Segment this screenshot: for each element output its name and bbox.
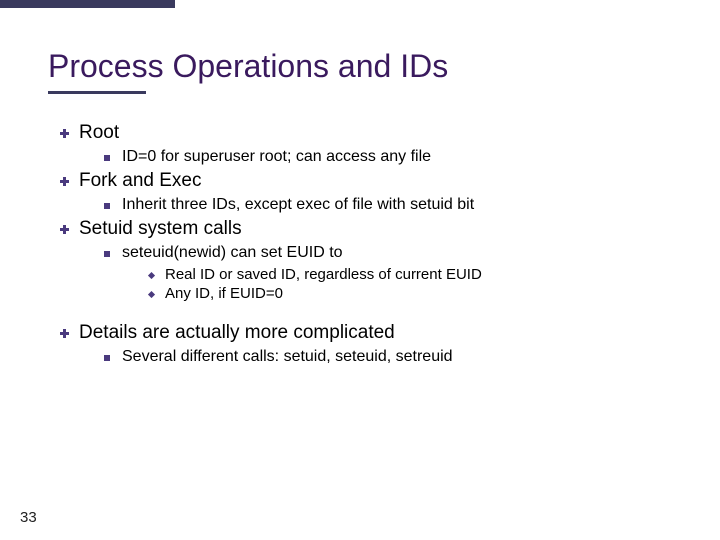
list-item-label: Setuid system calls <box>79 218 242 240</box>
list-subitem: seteuid(newid) can set EUID to <box>104 244 672 262</box>
list-item-label: Root <box>79 122 119 144</box>
list-subitem: Inherit three IDs, except exec of file w… <box>104 196 672 214</box>
list-subitem-label: Inherit three IDs, except exec of file w… <box>122 196 474 214</box>
diamond-bullet-icon <box>148 272 155 279</box>
list-subsubitem-label: Real ID or saved ID, regardless of curre… <box>165 266 482 283</box>
list-subitem-label: ID=0 for superuser root; can access any … <box>122 148 431 166</box>
plus-bullet-icon <box>60 177 69 186</box>
square-bullet-icon <box>104 155 110 161</box>
decorative-top-bar <box>0 0 175 8</box>
list-subitem-label: seteuid(newid) can set EUID to <box>122 244 343 262</box>
list-subitem-label: Several different calls: setuid, seteuid… <box>122 348 453 366</box>
list-subitem: ID=0 for superuser root; can access any … <box>104 148 672 166</box>
list-subsubitem-label: Any ID, if EUID=0 <box>165 285 283 302</box>
title-underline <box>48 91 146 94</box>
plus-bullet-icon <box>60 129 69 138</box>
list-item: Details are actually more complicated <box>60 322 672 344</box>
square-bullet-icon <box>104 203 110 209</box>
list-subsubitem: Any ID, if EUID=0 <box>148 285 672 302</box>
list-subitem: Several different calls: setuid, seteuid… <box>104 348 672 366</box>
slide-title: Process Operations and IDs <box>48 48 672 85</box>
list-item-label: Fork and Exec <box>79 170 202 192</box>
square-bullet-icon <box>104 355 110 361</box>
list-item: Root <box>60 122 672 144</box>
bullet-list: Root ID=0 for superuser root; can access… <box>48 122 672 366</box>
list-item: Fork and Exec <box>60 170 672 192</box>
plus-bullet-icon <box>60 329 69 338</box>
square-bullet-icon <box>104 251 110 257</box>
page-number: 33 <box>20 509 37 526</box>
slide-content: Process Operations and IDs Root ID=0 for… <box>0 0 720 366</box>
diamond-bullet-icon <box>148 291 155 298</box>
list-subsubitem: Real ID or saved ID, regardless of curre… <box>148 266 672 283</box>
list-item-label: Details are actually more complicated <box>79 322 395 344</box>
plus-bullet-icon <box>60 225 69 234</box>
list-item: Setuid system calls <box>60 218 672 240</box>
